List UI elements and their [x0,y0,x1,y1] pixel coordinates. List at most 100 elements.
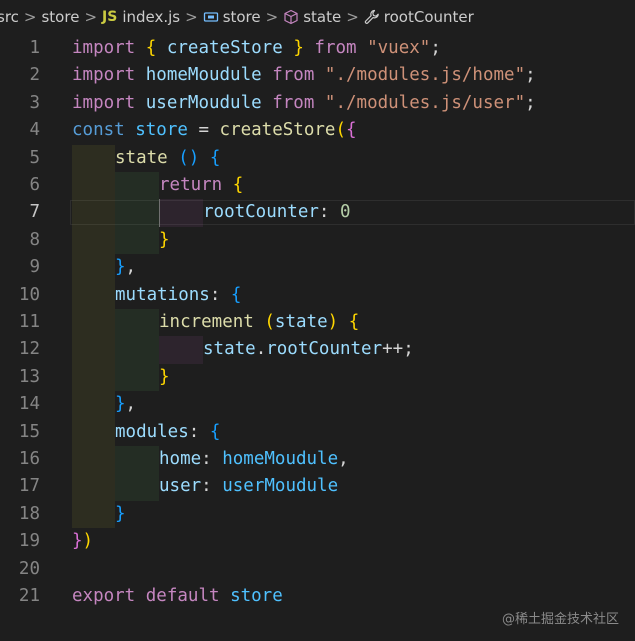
variable-icon [203,9,219,25]
breadcrumb-item-state[interactable]: state [283,8,341,26]
indent-guide [72,172,115,200]
code-token: homeMoudule [145,65,262,86]
breadcrumb: src > store > JS index.js > store > stat… [0,0,635,34]
code-token: { [345,120,357,141]
javascript-file-icon: JS [102,9,118,25]
code-token: "./modules.js/user" [324,92,526,113]
line-number: 13 [18,366,40,387]
code-token: } [293,38,304,58]
watermark: @稀土掘金技术社区 [501,612,619,627]
code-token: { [230,284,242,305]
code-token: "./modules.js/home" [324,65,526,86]
code-text: increment (state) { [159,309,359,336]
indent-guide [72,473,115,501]
indent-guide [115,199,159,227]
code-text: }, [115,254,136,281]
code-line[interactable]: 15 modules: { [0,418,635,446]
breadcrumb-item-store-folder[interactable]: store [41,8,79,26]
code-line[interactable]: 5 state () { [0,144,635,172]
indent-guide [72,281,115,309]
indent-guide [115,336,159,364]
code-line[interactable]: 6 return { [0,172,635,200]
indent-guide [115,309,159,337]
code-token: ; [430,38,441,58]
code-token: createStore [219,120,336,141]
code-line[interactable]: 19}) [0,528,635,555]
chevron-right-icon: > [185,8,198,26]
code-token: ) [327,312,339,332]
code-token: modules [115,421,189,442]
line-number: 17 [18,476,40,497]
indent-guide [72,226,115,255]
code-token: const [72,120,125,141]
indent-guide [72,418,115,446]
code-line[interactable]: 3 import userMoudule from "./modules.js/u… [0,90,635,117]
code-line[interactable]: 10 mutations: { [0,281,635,309]
code-text: return { [159,172,243,199]
code-line[interactable]: 17 user: userMoudule [0,473,635,501]
code-line[interactable]: 20 [0,556,635,583]
chevron-right-icon: > [346,8,359,26]
code-token: ; [525,65,536,86]
indent-guide [159,199,203,227]
line-number: 4 [29,120,40,141]
code-line[interactable]: 12 state.rootCounter++; [0,336,635,364]
code-text: rootCounter: 0 [203,199,351,226]
code-token: { [209,421,221,442]
code-text: const store = createStore({ [72,117,357,144]
indent-guide [72,446,115,474]
code-line[interactable]: 2 import homeMoudule from "./modules.js/h… [0,62,635,89]
breadcrumb-label: state [303,8,342,26]
code-token: rootCounter [266,339,383,360]
code-token: userMoudule [145,92,262,113]
code-token: { [232,175,244,195]
property-icon [283,9,299,25]
line-number: 8 [29,229,40,250]
code-line[interactable]: 18} [0,500,635,529]
code-text: state.rootCounter++; [203,336,414,363]
line-number: 15 [18,421,40,442]
code-line[interactable]: 4 const store = createStore({ [0,117,635,144]
breadcrumb-item-index-js[interactable]: JS index.js [102,8,180,26]
line-number: 3 [29,92,40,113]
code-editor[interactable]: 1 import { createStore } from "vuex"; 2 imp… [0,34,635,641]
code-token: : [201,476,223,497]
code-line[interactable]: 7 rootCounter: 0 [0,199,635,227]
line-number: 20 [18,558,40,579]
code-token: from [272,92,315,113]
wrench-icon [364,9,380,25]
active-indent-guide [159,199,160,227]
code-line[interactable]: 16 home: homeMoudule, [0,446,635,474]
code-line[interactable]: 9}, [0,254,635,282]
line-number: 11 [18,312,40,332]
code-line[interactable]: 1 import { createStore } from "vuex"; [0,35,635,62]
breadcrumb-label: store [41,8,80,26]
code-line[interactable]: 14}, [0,391,635,419]
indent-guide [115,363,159,392]
code-line[interactable]: 8} [0,226,635,255]
breadcrumb-item-rootcounter[interactable]: rootCounter [364,8,474,26]
code-token: from [314,38,357,58]
code-token: ) [82,531,94,552]
line-number: 7 [29,202,40,223]
code-line[interactable]: 21 export default store [0,583,635,610]
code-token: ( [264,312,275,332]
code-token: home [159,449,202,469]
code-token: } [72,531,83,552]
indent-guide [115,172,159,200]
code-token: export [72,586,136,606]
code-line[interactable]: 13} [0,363,635,392]
code-line[interactable]: 11 increment (state) { [0,309,635,337]
breadcrumb-item-src[interactable]: src [0,8,19,26]
breadcrumb-item-store-symbol[interactable]: store [203,8,261,26]
